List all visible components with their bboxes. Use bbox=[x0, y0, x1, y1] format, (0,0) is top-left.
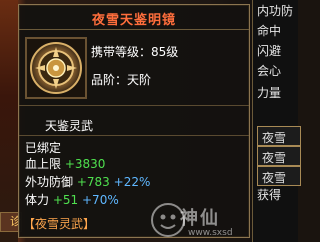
watermark-url: www.sxsd bbox=[188, 228, 233, 238]
stat-row: 外功防御 +783 +22% bbox=[25, 175, 151, 189]
mirror-artifact-icon bbox=[27, 39, 85, 97]
item-title: 夜雪天鉴明镜 bbox=[91, 13, 176, 28]
stat-label: 闪避 bbox=[257, 44, 282, 58]
item-icon-frame bbox=[25, 37, 87, 99]
item-grade: 品阶：天阶 bbox=[91, 73, 152, 87]
equipment-slot[interactable]: 夜雪 bbox=[257, 166, 301, 186]
stat-label: 力量 bbox=[257, 86, 282, 100]
equipment-slot[interactable]: 夜雪 bbox=[257, 146, 301, 166]
gain-label: 获得 bbox=[257, 188, 282, 202]
stat-row: 血上限 +3830 bbox=[25, 157, 106, 171]
set-name: 【夜雪灵武】 bbox=[23, 217, 96, 231]
bound-status: 已绑定 bbox=[25, 141, 62, 155]
stat-label: 会心 bbox=[257, 64, 282, 78]
tooltip-header: 夜雪天鉴明镜 bbox=[19, 5, 249, 30]
stat-row: 体力 +51 +70% bbox=[25, 193, 119, 207]
divider bbox=[19, 105, 249, 106]
stat-label: 内功防 bbox=[257, 4, 294, 18]
item-type: 天鉴灵武 bbox=[45, 119, 94, 133]
stat-label: 命中 bbox=[257, 24, 282, 38]
divider bbox=[19, 135, 249, 136]
left-scenery bbox=[0, 0, 18, 242]
equipment-slot[interactable]: 夜雪 bbox=[257, 126, 301, 146]
watermark-text: 神仙 bbox=[180, 208, 220, 229]
carry-level: 携带等级：85级 bbox=[91, 45, 179, 59]
